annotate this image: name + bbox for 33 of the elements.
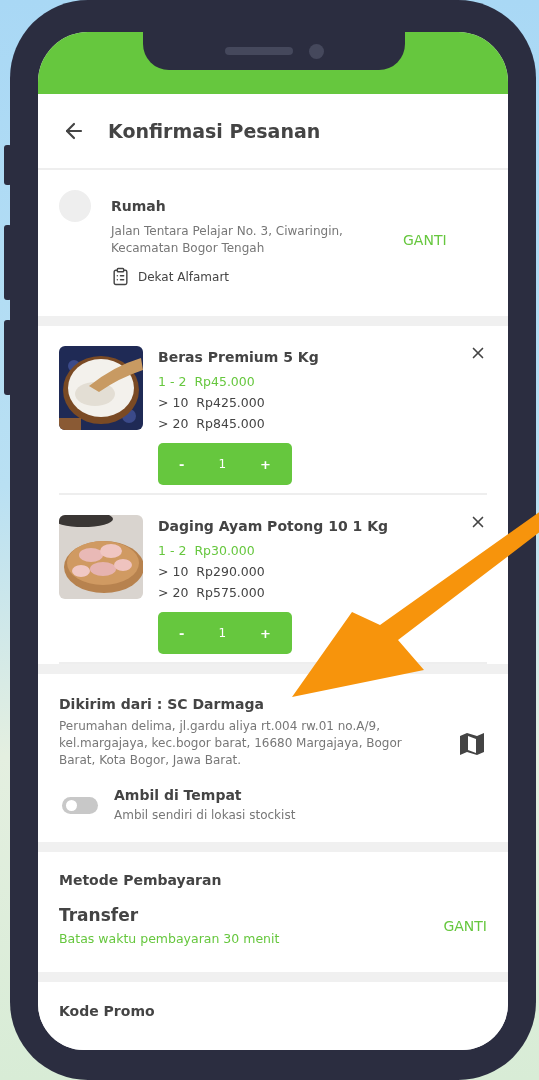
price-label: 1 - 2 Rp30.000 [158,542,255,560]
price-label: > 20 Rp575.000 [158,584,265,602]
address-note: Dekat Alfamart [138,269,230,284]
increase-button[interactable]: + [252,452,279,476]
promo-title: Kode Promo [59,1003,156,1019]
quantity-value: 1 [218,457,227,471]
pickup-label: Ambil di Tempat [114,787,242,803]
price-label: > 20 Rp845.000 [158,415,265,433]
address-text: Jalan Tentara Pelajar No. 3, Ciwaringin, Kecamatan Bogor Tengah [111,223,344,257]
product-name: Beras Premium 5 Kg [158,349,319,365]
clipboard-icon [111,267,130,286]
increase-button[interactable]: + [252,621,279,645]
payment-deadline: Batas waktu pembayaran 30 menit [59,931,281,946]
change-button[interactable]: GANTI [403,232,447,248]
quantity-value: 1 [218,626,227,640]
decrease-button[interactable]: - [171,452,193,476]
pickup-toggle[interactable] [62,797,98,814]
decrease-button[interactable]: - [171,621,193,645]
payment-method: Transfer [59,905,139,925]
price-label: 1 - 2 Rp45.000 [158,373,255,391]
shipping-address: Perumahan delima, jl.gardu aliya rt.004 rw.01 no.A/9, kel.margajaya, kec.bogor barat, 16680 Margajaya, Bogor Barat, Kota Bogor, Jawa Barat. [59,718,403,769]
payment-title: Metode Pembayaran [59,872,223,888]
camera [308,43,324,59]
price-label: > 10 Rp290.000 [158,563,265,581]
shipping-title: Dikirim dari : SC Darmaga [59,696,265,712]
page-title: Konfirmasi Pesanan [108,120,321,142]
change-button[interactable]: GANTI [443,917,487,934]
speaker [224,47,293,55]
price-label: > 10 Rp425.000 [158,394,265,412]
pickup-hint: Ambil sendiri di lokasi stockist [114,807,297,824]
address-label: Rumah [111,198,166,214]
map-icon[interactable] [459,731,485,756]
product-name: Daging Ayam Potong 10 1 Kg [158,518,388,534]
